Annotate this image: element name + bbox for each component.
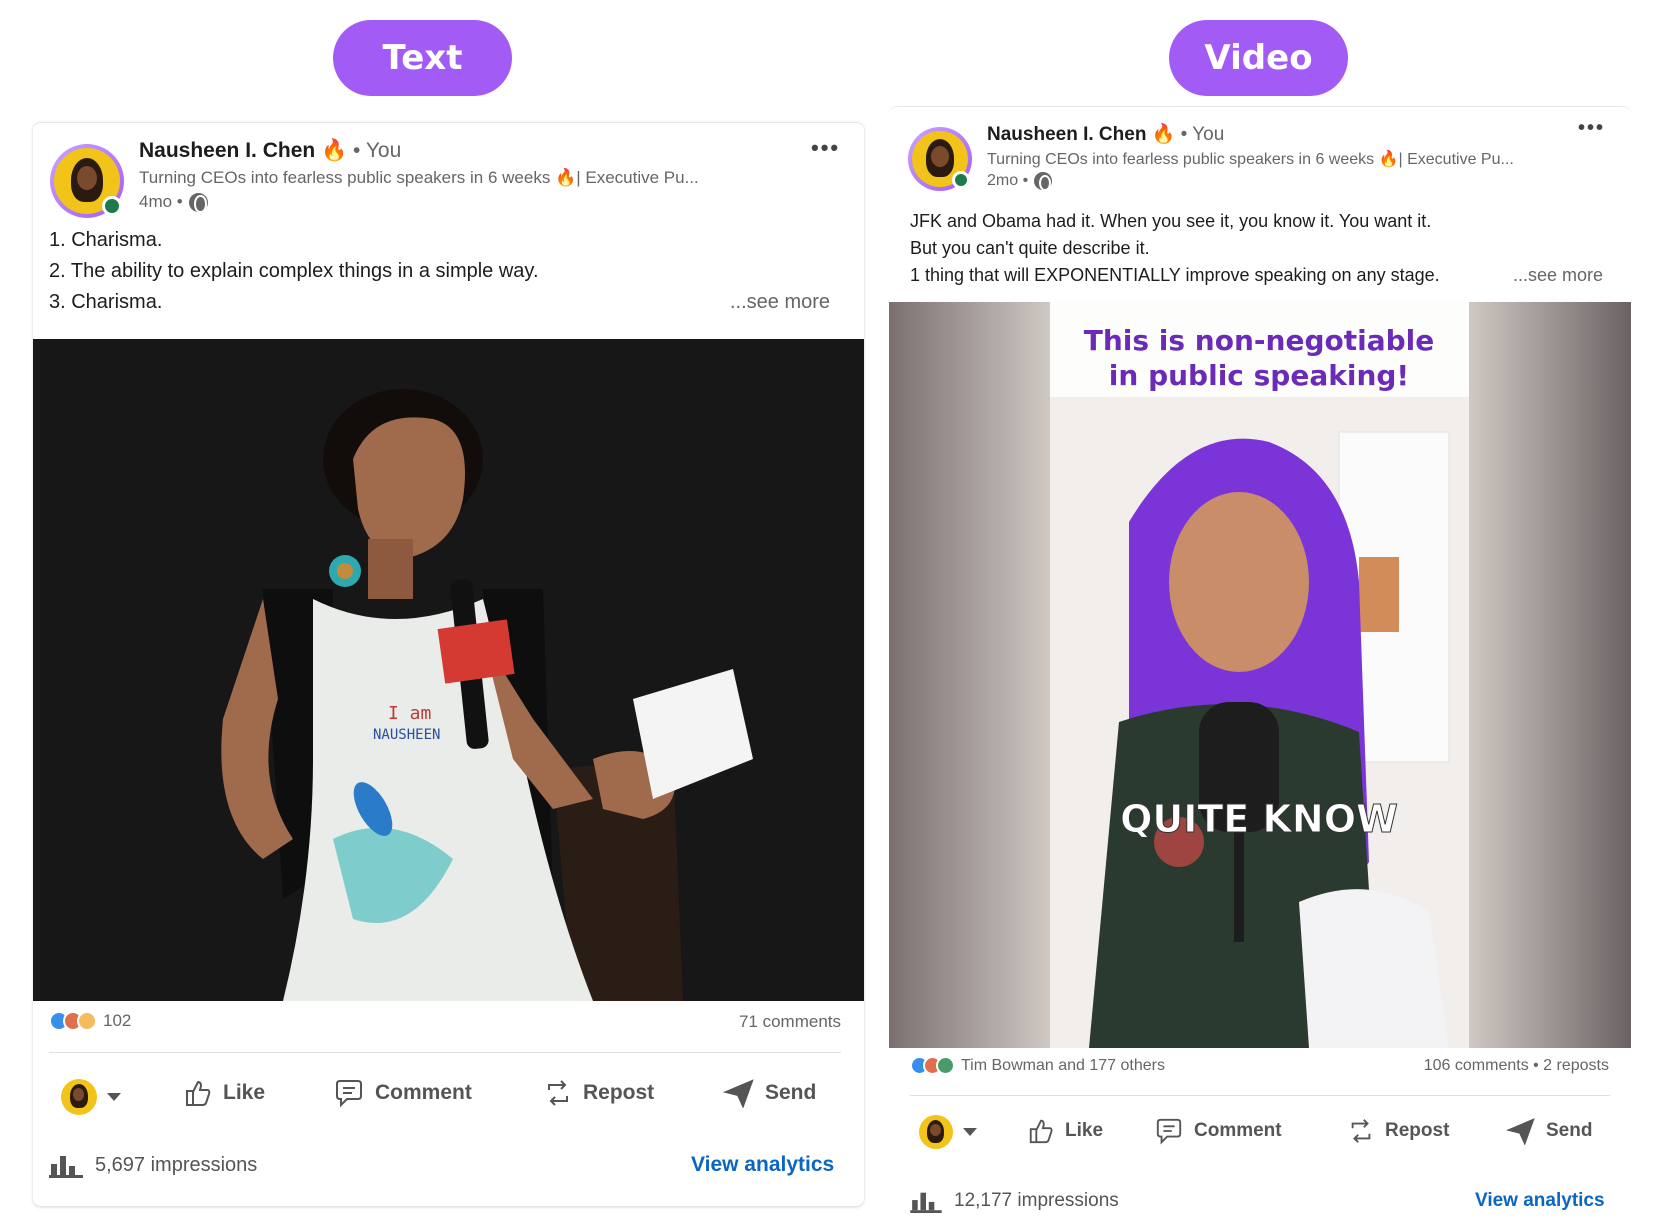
post-text-line: 1 thing that will EXPONENTIALLY improve …: [910, 265, 1440, 285]
reactions-summary[interactable]: 102: [49, 1011, 131, 1031]
post-text-line: 2. The ability to explain complex things…: [49, 260, 539, 282]
fire-icon: 🔥: [1151, 124, 1176, 145]
see-more-link[interactable]: ...see more: [730, 291, 830, 314]
speaker-photo: I am NAUSHEEN: [33, 339, 864, 1001]
comment-icon: [336, 1080, 362, 1108]
support-reaction-icon: [936, 1056, 955, 1075]
online-status-icon: [952, 171, 970, 189]
more-options-button[interactable]: •••: [811, 135, 840, 161]
video-label-pill: Video: [1169, 20, 1348, 96]
author-name[interactable]: Nausheen I. Chen 🔥 • You: [987, 122, 1224, 146]
text-post-card: Nausheen I. Chen 🔥 • You Turning CEOs in…: [33, 122, 864, 1206]
comment-button[interactable]: Comment: [333, 1078, 472, 1108]
text-label-pill: Text: [333, 20, 512, 96]
like-button[interactable]: Like: [1027, 1117, 1103, 1145]
view-analytics-link[interactable]: View analytics: [691, 1153, 834, 1177]
post-meta: 4mo •: [139, 192, 208, 213]
send-icon: [1506, 1118, 1535, 1145]
repost-icon: [548, 1080, 568, 1106]
comments-count[interactable]: 71 comments: [683, 1012, 841, 1032]
actor-switcher[interactable]: [919, 1115, 977, 1149]
actor-switcher[interactable]: [61, 1079, 121, 1115]
impressions[interactable]: 12,177 impressions: [910, 1189, 1119, 1213]
send-button[interactable]: Send: [1506, 1117, 1592, 1145]
repost-button[interactable]: Repost: [543, 1078, 654, 1108]
author-name[interactable]: Nausheen I. Chen 🔥 • You: [139, 139, 401, 163]
video-post-card: Nausheen I. Chen 🔥 • You Turning CEOs in…: [889, 106, 1631, 1224]
more-options-button[interactable]: •••: [1578, 117, 1605, 140]
globe-icon: [188, 192, 208, 213]
bar-chart-icon: [49, 1156, 83, 1178]
chevron-down-icon: [107, 1093, 121, 1101]
impressions[interactable]: 5,697 impressions: [49, 1152, 257, 1178]
divider: [49, 1052, 841, 1053]
video-title-line2: in public speaking!: [1109, 359, 1409, 392]
insightful-reaction-icon: [77, 1011, 97, 1031]
author-headline: Turning CEOs into fearless public speake…: [987, 151, 1514, 168]
badge-text-line2: NAUSHEEN: [373, 727, 440, 743]
like-icon: [1029, 1119, 1053, 1144]
repost-button[interactable]: Repost: [1347, 1117, 1449, 1145]
video-title-line1: This is non-negotiable: [1084, 324, 1435, 357]
author-headline: Turning CEOs into fearless public speake…: [139, 168, 699, 187]
avatar: [61, 1079, 97, 1115]
post-meta: 2mo •: [987, 172, 1053, 192]
repost-icon: [1351, 1119, 1371, 1143]
see-more-link[interactable]: ...see more: [1513, 265, 1603, 286]
chevron-down-icon: [963, 1128, 977, 1136]
send-icon: [723, 1079, 754, 1108]
badge-text-line1: I am: [388, 703, 431, 724]
avatar[interactable]: [908, 127, 972, 191]
view-analytics-link[interactable]: View analytics: [1475, 1190, 1605, 1212]
send-button[interactable]: Send: [723, 1078, 816, 1108]
video-caption: QUITE KNOW: [1120, 797, 1398, 841]
post-image[interactable]: I am NAUSHEEN: [33, 339, 864, 1001]
post-video[interactable]: This is non-negotiable in public speakin…: [889, 302, 1631, 1048]
like-icon: [186, 1080, 211, 1106]
avatar[interactable]: [50, 144, 124, 218]
comments-count[interactable]: 106 comments • 2 reposts: [1319, 1057, 1609, 1075]
post-text-line: 1. Charisma.: [49, 229, 163, 251]
like-button[interactable]: Like: [183, 1078, 265, 1108]
bar-chart-icon: [910, 1192, 942, 1213]
globe-icon: [1034, 172, 1053, 192]
post-text-line: But you can't quite describe it.: [910, 238, 1150, 258]
fire-icon: 🔥: [321, 139, 348, 162]
comment-icon: [1156, 1118, 1182, 1145]
reactions-summary[interactable]: Tim Bowman and 177 others: [910, 1056, 1165, 1075]
online-status-icon: [102, 196, 122, 216]
post-text-line: 3. Charisma.: [49, 291, 163, 313]
comment-button[interactable]: Comment: [1154, 1117, 1282, 1145]
post-text-line: JFK and Obama had it. When you see it, y…: [910, 211, 1432, 231]
video-frame: This is non-negotiable in public speakin…: [889, 302, 1631, 1048]
divider: [910, 1095, 1610, 1096]
avatar: [919, 1115, 953, 1149]
